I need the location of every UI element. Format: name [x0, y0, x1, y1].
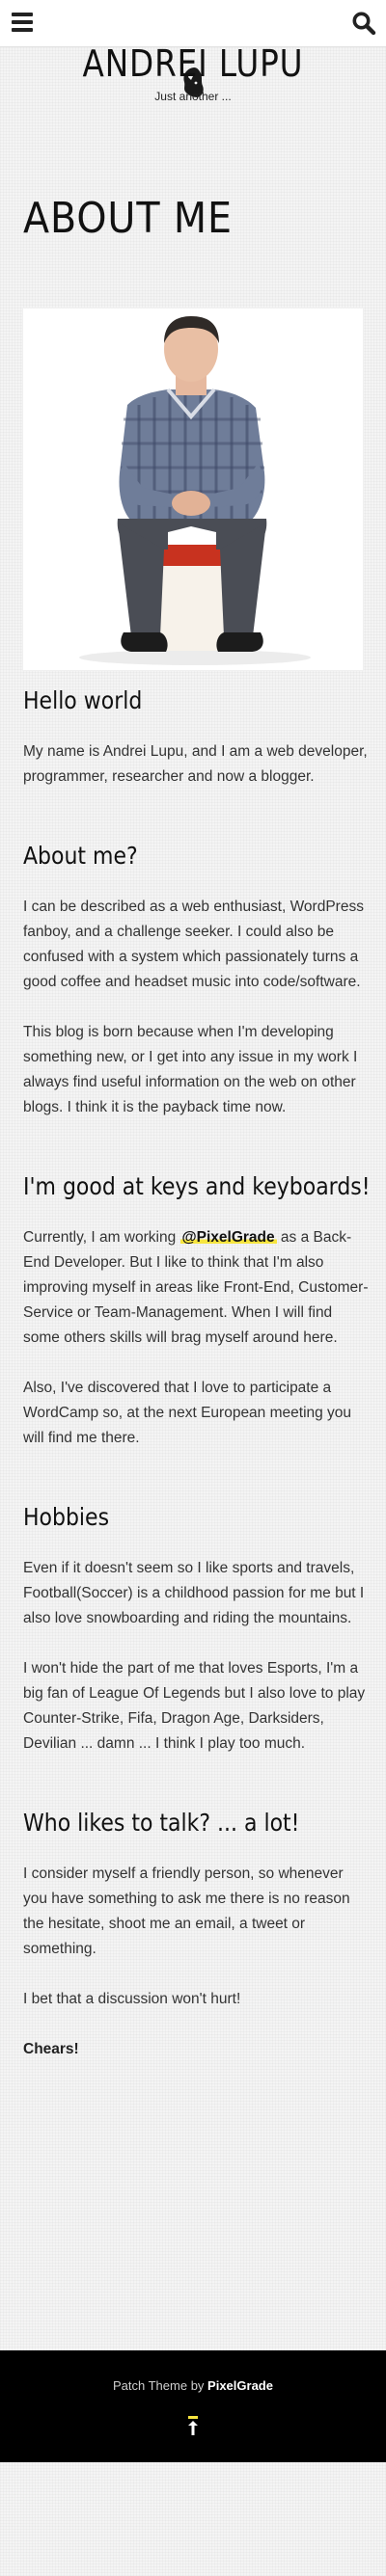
- section-heading-talk: Who likes to talk? ... a lot!: [23, 1809, 300, 1837]
- paragraph-signoff: Chears!: [23, 2041, 79, 2057]
- paragraph-keys-2: Also, I've discovered that I love to par…: [23, 1380, 352, 1446]
- site-tagline: Just another ...: [154, 90, 232, 103]
- arrow-up-icon[interactable]: [185, 2414, 201, 2437]
- site-footer: Patch Theme by PixelGrade: [0, 2350, 386, 2462]
- paragraph-hello-intro: My name is Andrei Lupu, and I am a web d…: [23, 743, 368, 785]
- pixelgrade-link[interactable]: @PixelGrade: [179, 1229, 277, 1246]
- footer-credit-link[interactable]: PixelGrade: [207, 2378, 273, 2393]
- paragraph-talk-2: I bet that a discussion won't hurt!: [23, 1991, 241, 2007]
- section-heading-hello: Hello world: [23, 686, 143, 714]
- hamburger-menu-icon[interactable]: [12, 13, 33, 32]
- paragraph-keys-1-before: Currently, I am working: [23, 1229, 180, 1246]
- paragraph-hobbies-1: Even if it doesn't seem so I like sports…: [23, 1560, 365, 1626]
- footer-credit-prefix: Patch Theme by: [113, 2378, 208, 2393]
- paragraph-keys-1-after: as a Back-End Developer. But I like to t…: [23, 1229, 369, 1346]
- site-title[interactable]: Andrei Lupu: [27, 42, 359, 85]
- paragraph-about-1: I can be described as a web enthusiast, …: [23, 899, 364, 990]
- section-heading-keys: I'm good at keys and keyboards!: [23, 1172, 371, 1200]
- paragraph-talk-1: I consider myself a friendly person, so …: [23, 1865, 350, 1957]
- page-title: ABOUT ME: [23, 194, 233, 243]
- paragraph-about-2: This blog is born because when I'm devel…: [23, 1024, 358, 1115]
- section-heading-hobbies: Hobbies: [23, 1503, 110, 1531]
- paragraph-hobbies-2: I won't hide the part of me that loves E…: [23, 1660, 366, 1752]
- search-icon[interactable]: [351, 11, 376, 36]
- footer-credit: Patch Theme by PixelGrade: [0, 2378, 386, 2393]
- page-content: Hello world My name is Andrei Lupu, and …: [23, 684, 371, 2062]
- paragraph-keys-1: Currently, I am working @PixelGrade as a…: [23, 1225, 371, 1351]
- profile-photo: [23, 309, 363, 670]
- section-heading-about: About me?: [23, 842, 138, 870]
- top-bar: [0, 0, 386, 47]
